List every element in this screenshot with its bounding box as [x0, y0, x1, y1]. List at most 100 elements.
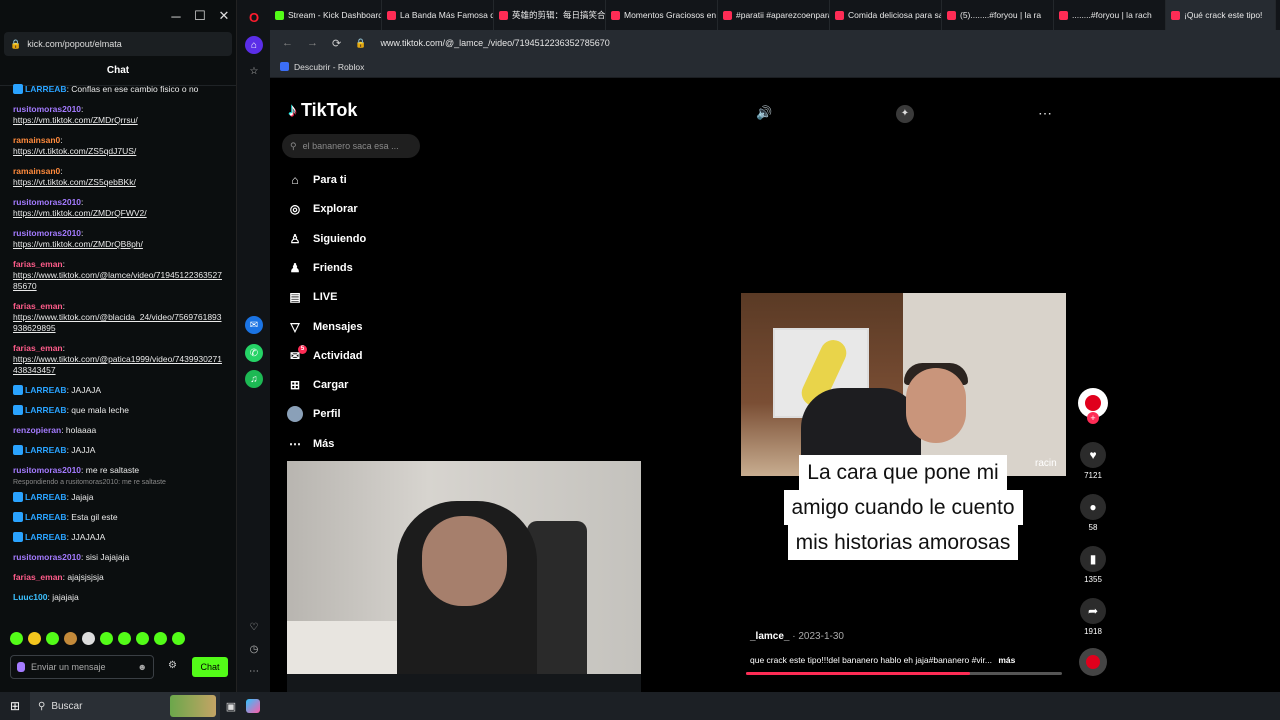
save-button[interactable]: ▮ 1355 [1078, 546, 1108, 584]
forward-icon[interactable]: → [307, 37, 318, 49]
emote-icon[interactable] [46, 632, 59, 645]
search-input[interactable]: ⚲ el bananero saca esa ... [282, 134, 420, 158]
nav-item-home[interactable]: ⌂ Para ti [287, 172, 346, 188]
browser-tab[interactable]: Momentos Graciosos en F [606, 0, 718, 30]
nav-item-messages[interactable]: ▽ Mensajes [287, 319, 362, 335]
copilot-icon[interactable] [242, 692, 264, 720]
settings-icon[interactable]: ⚙ [168, 660, 177, 671]
reload-icon[interactable]: ⟳ [332, 37, 341, 50]
comment-button[interactable]: ● 58 [1078, 494, 1108, 532]
emote-icon[interactable] [154, 632, 167, 645]
chat-link[interactable]: https://vt.tiktok.com/ZS5qebBKk/ [13, 177, 136, 187]
spotify-icon[interactable]: ♫ [245, 370, 263, 388]
music-disc[interactable] [1079, 648, 1107, 676]
minimize-icon[interactable]: ─ [164, 9, 188, 24]
browser-tab[interactable]: (5)........#foryou | la ra [942, 0, 1054, 30]
chat-username[interactable]: LARREAB [25, 84, 67, 94]
heart-icon[interactable]: ♡ [245, 618, 263, 636]
star-icon[interactable]: ☆ [245, 62, 263, 80]
chat-username[interactable]: rusitomoras2010 [13, 197, 81, 207]
chat-username[interactable]: renzopieran [13, 425, 61, 435]
chat-link[interactable]: https://www.tiktok.com/@patica1999/video… [13, 354, 222, 375]
chat-username[interactable]: farias_eman [13, 343, 63, 353]
chat-username[interactable]: farias_eman [13, 259, 63, 269]
chat-link[interactable]: https://vm.tiktok.com/ZMDrQrrsu/ [13, 115, 138, 125]
url-field[interactable]: www.tiktok.com/@_lamce_/video/7194512236… [380, 38, 609, 48]
nav-item-live[interactable]: ▤ LIVE [287, 289, 337, 305]
emote-icon[interactable] [82, 632, 95, 645]
video-progress-bar[interactable] [746, 672, 1062, 675]
emote-icon[interactable] [100, 632, 113, 645]
windows-start-icon[interactable]: ⊞ [0, 699, 30, 713]
nav-item-friends[interactable]: ♟ Friends [287, 260, 353, 276]
chat-username[interactable]: LARREAB [25, 405, 67, 415]
bookmark-roblox[interactable]: Descubrir - Roblox [294, 62, 364, 72]
nav-item-activity[interactable]: ✉ 5 Actividad [287, 344, 363, 364]
chat-send-button[interactable]: Chat [192, 657, 228, 677]
chat-link[interactable]: https://www.tiktok.com/@blacida_24/video… [13, 312, 222, 333]
back-icon[interactable]: ← [282, 37, 293, 49]
emote-icon[interactable] [172, 632, 185, 645]
opera-logo-icon[interactable]: O [245, 8, 263, 26]
chat-message-input[interactable]: Enviar un mensaje ☻ [10, 655, 154, 679]
chat-username[interactable]: LARREAB [25, 532, 67, 542]
chat-username[interactable]: rusitomoras2010 [13, 228, 81, 238]
nav-item-upload[interactable]: ⊞ Cargar [287, 377, 349, 393]
whatsapp-icon[interactable]: ✆ [245, 344, 263, 362]
chat-username[interactable]: LARREAB [25, 385, 67, 395]
chat-username[interactable]: LARREAB [25, 492, 67, 502]
more-options-icon[interactable]: ⋯ [1038, 105, 1052, 122]
browser-tab[interactable]: ¡Qué crack este tipo! [1166, 0, 1276, 30]
nav-item-following[interactable]: ♙ Siguiendo [287, 231, 367, 247]
emote-icon[interactable] [28, 632, 41, 645]
chat-username[interactable]: LARREAB [25, 512, 67, 522]
maximize-icon[interactable]: ☐ [188, 8, 212, 24]
browser-tab[interactable]: Comida deliciosa para sac [830, 0, 942, 30]
chat-username[interactable]: rusitomoras2010 [13, 465, 81, 475]
author-name[interactable]: _lamce_ [750, 631, 789, 642]
nav-item-profile[interactable]: Perfil [287, 406, 341, 423]
chat-username[interactable]: rusitomoras2010 [13, 104, 81, 114]
emote-icon[interactable] [136, 632, 149, 645]
browser-tab[interactable]: La Banda Más Famosa de [382, 0, 494, 30]
chat-username[interactable]: farias_eman [13, 572, 63, 582]
volume-icon[interactable]: 🔊 [756, 105, 772, 121]
follow-plus-icon[interactable]: + [1087, 412, 1099, 424]
browser-tab[interactable]: 英雄的剪辑：每日搞笑合 [494, 0, 606, 30]
sparkle-icon[interactable]: ✦ [896, 105, 914, 123]
more-icon[interactable]: ⋯ [245, 662, 263, 680]
share-button[interactable]: ➦ 1918 [1078, 598, 1108, 636]
popout-address-bar[interactable]: 🔒 kick.com/popout/elmata [4, 32, 232, 56]
more-link[interactable]: más [998, 655, 1015, 665]
chat-link[interactable]: https://vt.tiktok.com/ZS5qdJ7US/ [13, 146, 136, 156]
tiktok-logo[interactable]: ♪ TikTok [288, 100, 357, 121]
home-icon[interactable]: ⌂ [245, 36, 263, 54]
creator-avatar[interactable]: + [1078, 388, 1108, 424]
mic-icon[interactable] [17, 662, 25, 672]
chat-link[interactable]: https://www.tiktok.com/@lamce/video/7194… [13, 270, 222, 291]
taskbar-search[interactable]: ⚲ Buscar [30, 692, 220, 720]
chat-username[interactable]: LARREAB [25, 445, 67, 455]
nav-item-more[interactable]: ⋯ Más [287, 436, 334, 452]
nav-item-compass[interactable]: ◎ Explorar [287, 201, 358, 217]
chat-username[interactable]: farias_eman [13, 301, 63, 311]
close-icon[interactable]: ✕ [212, 8, 236, 24]
messenger-icon[interactable]: ✉ [245, 316, 263, 334]
emote-icon[interactable] [118, 632, 131, 645]
emote-icon[interactable] [10, 632, 23, 645]
chat-username[interactable]: ramainsan0 [13, 166, 60, 176]
browser-tab[interactable]: #paratii #aparezcoenpara [718, 0, 830, 30]
history-icon[interactable]: ◷ [245, 640, 263, 658]
chat-link[interactable]: https://vm.tiktok.com/ZMDrQFWV2/ [13, 208, 147, 218]
video-player[interactable] [741, 293, 1066, 476]
chat-username[interactable]: Luuc100 [13, 592, 48, 602]
task-view-icon[interactable]: ▣ [220, 692, 242, 720]
browser-tab[interactable]: ........#foryou | la rach [1054, 0, 1166, 30]
chat-username[interactable]: rusitomoras2010 [13, 552, 81, 562]
emoji-icon[interactable]: ☻ [138, 662, 147, 672]
browser-tab[interactable]: Stream - Kick Dashboard [270, 0, 382, 30]
emote-icon[interactable] [64, 632, 77, 645]
chat-username[interactable]: ramainsan0 [13, 135, 60, 145]
chat-link[interactable]: https://vm.tiktok.com/ZMDrQB8ph/ [13, 239, 143, 249]
like-button[interactable]: ♥ 7121 [1078, 442, 1108, 480]
